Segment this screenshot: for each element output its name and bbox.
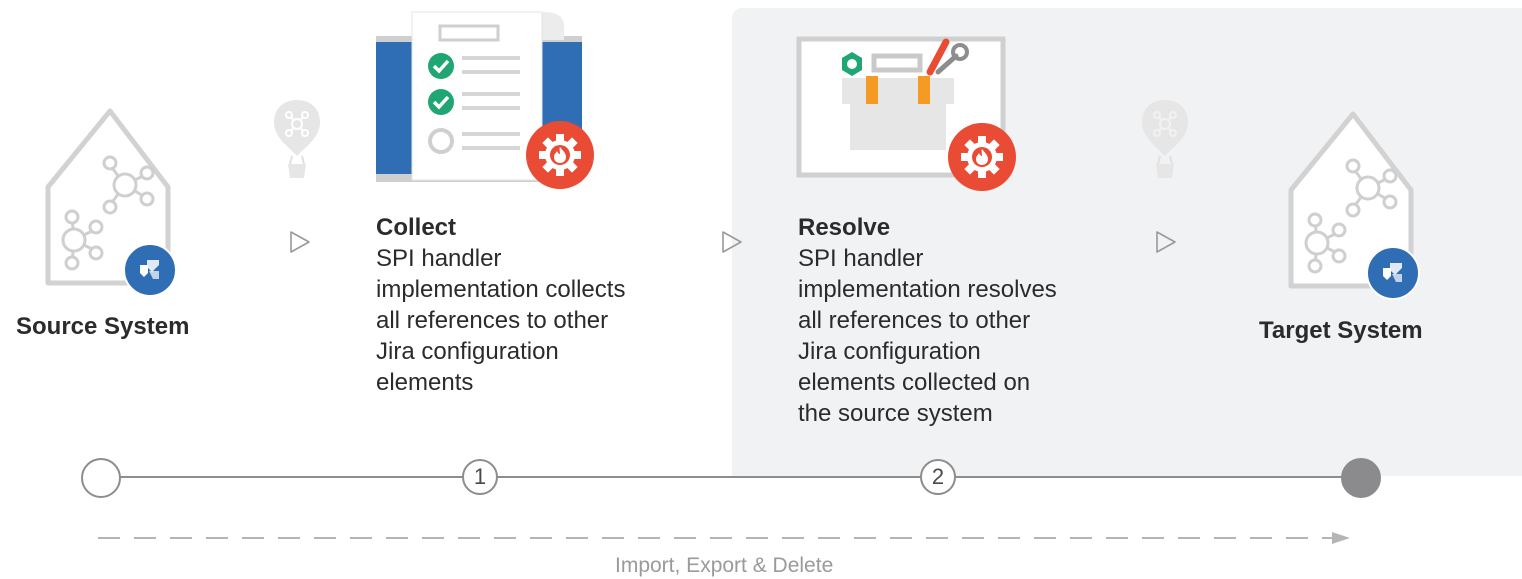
gear-flame-icon — [948, 123, 1016, 191]
step-desc-line: the source system — [798, 400, 993, 427]
target-system-label: Target System — [1259, 317, 1423, 344]
jira-logo-icon — [123, 243, 177, 297]
step-desc-line: Jira configuration — [798, 338, 981, 365]
step-desc-line: implementation collects — [376, 276, 626, 303]
step-desc-line: Jira configuration — [376, 338, 559, 365]
gear-flame-icon — [526, 121, 594, 189]
resolve-text: Resolve SPI handler implementation resol… — [798, 212, 1138, 429]
step-title: Resolve — [798, 214, 891, 241]
balloon-icon — [274, 100, 320, 178]
jira-logo-icon — [1366, 246, 1420, 300]
step-desc-line: SPI handler — [798, 245, 924, 272]
arrow-right-icon — [722, 231, 742, 253]
arrow-right-icon — [290, 231, 310, 253]
step-desc-line: SPI handler — [376, 245, 502, 272]
timeline-node-1: 1 — [462, 459, 498, 495]
step-desc-line: implementation resolves — [798, 276, 1057, 303]
footer-label: Import, Export & Delete — [615, 554, 834, 577]
step-desc-line: all references to other — [798, 307, 1031, 334]
step-desc-line: all references to other — [376, 307, 609, 334]
step-desc-line: elements — [376, 369, 474, 396]
arrow-right-icon — [1156, 231, 1176, 253]
timeline-line — [100, 476, 1360, 478]
dashed-arrow — [98, 532, 1350, 544]
timeline-node-start — [81, 458, 121, 498]
step-title: Collect — [376, 214, 457, 241]
timeline-node-end — [1341, 458, 1381, 498]
timeline-node-2: 2 — [920, 459, 956, 495]
balloon-icon — [1142, 100, 1188, 178]
step-desc-line: elements collected on — [798, 369, 1031, 396]
collect-text: Collect SPI handler implementation colle… — [376, 212, 706, 398]
source-system-label: Source System — [16, 313, 190, 340]
